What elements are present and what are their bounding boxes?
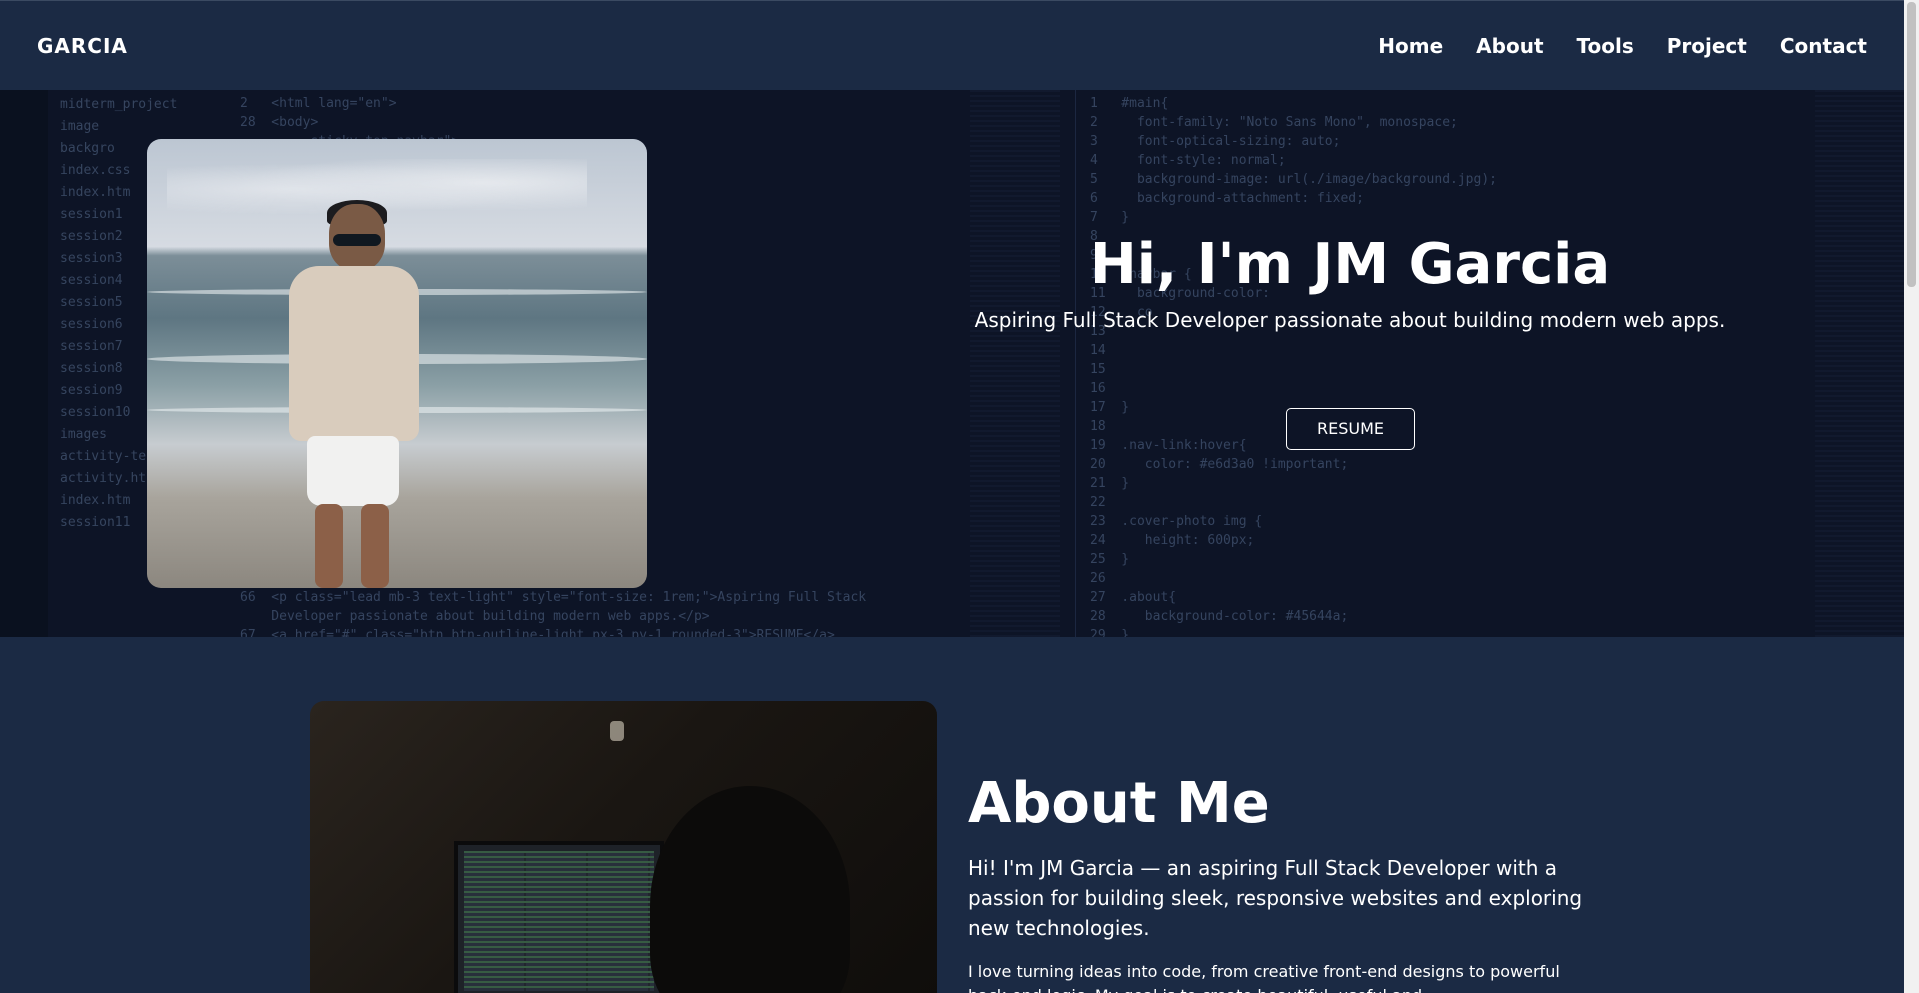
photo-lamp <box>610 721 624 741</box>
page-scrollbar[interactable] <box>1904 0 1919 993</box>
navbar: GARCIA Home About Tools Project Contact <box>0 0 1904 90</box>
editor-minimap-right <box>1815 90 1904 637</box>
hero-title: Hi, I'm JM Garcia <box>1089 232 1611 297</box>
about-section: About Me Hi! I'm JM Garcia — an aspiring… <box>0 637 1904 993</box>
photo-person <box>277 200 427 588</box>
nav-link-home[interactable]: Home <box>1378 34 1443 58</box>
about-body: I love turning ideas into code, from cre… <box>968 962 1560 993</box>
about-intro: Hi! I'm JM Garcia — an aspiring Full Sta… <box>968 856 1583 940</box>
editor-activity-bar <box>0 90 48 637</box>
nav-links: Home About Tools Project Contact <box>1345 34 1867 58</box>
scrollbar-thumb[interactable] <box>1907 2 1916 287</box>
hero-profile-photo <box>147 139 647 588</box>
hero-text: Hi, I'm JM Garcia Aspiring Full Stack De… <box>900 90 1800 637</box>
photo-monitor <box>454 841 664 993</box>
resume-button[interactable]: RESUME <box>1286 408 1415 450</box>
nav-link-contact[interactable]: Contact <box>1780 34 1867 58</box>
nav-link-tools[interactable]: Tools <box>1577 34 1634 58</box>
file-tree-item: midterm_project <box>60 97 178 112</box>
hero-section: midterm_project image backgro index.css inde… <box>0 90 1904 637</box>
nav-link-project[interactable]: Project <box>1667 34 1747 58</box>
code-line: 2 <html lang="en"> <box>240 96 397 111</box>
photo-person-silhouette <box>650 786 850 993</box>
code-line: 66 <p class="lead mb-3 text-light" style… <box>240 590 867 605</box>
nav-link-about[interactable]: About <box>1476 34 1543 58</box>
code-line: 28 <body> <box>240 115 319 130</box>
file-tree-item: image <box>60 119 100 134</box>
brand-logo[interactable]: GARCIA <box>37 34 128 58</box>
about-photo <box>310 701 937 993</box>
hero-subtitle: Aspiring Full Stack Developer passionate… <box>974 308 1726 332</box>
code-line: Developer passionate about building mode… <box>240 609 710 624</box>
about-title: About Me <box>968 771 1270 836</box>
code-line: 67 <a href="#" class="btn btn-outline-li… <box>240 628 835 637</box>
